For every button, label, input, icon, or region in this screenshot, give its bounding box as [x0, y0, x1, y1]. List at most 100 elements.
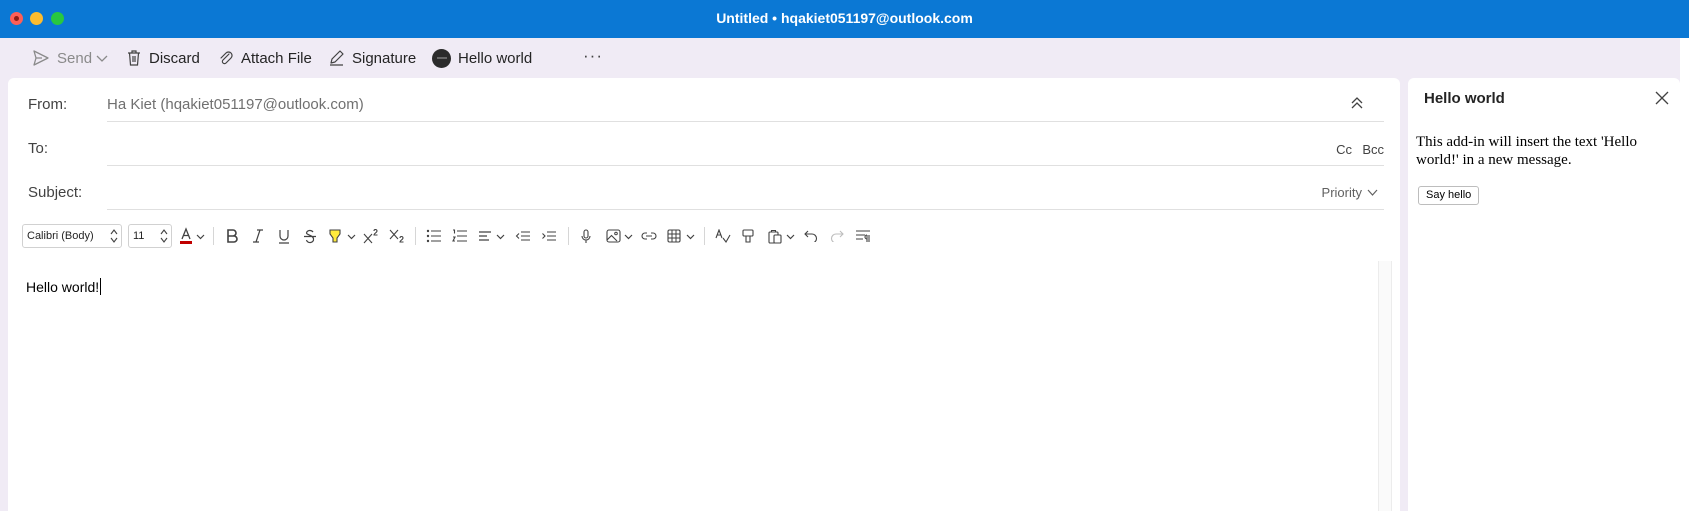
text-caret — [100, 278, 102, 295]
window-edge — [1680, 38, 1689, 511]
trash-icon — [128, 50, 140, 66]
more-options-button[interactable]: ··· — [583, 46, 603, 66]
paste-button[interactable] — [766, 227, 784, 245]
undo-button[interactable] — [802, 227, 820, 245]
highlight-dropdown[interactable] — [345, 227, 357, 245]
underline-icon — [279, 229, 289, 244]
table-icon — [667, 229, 681, 243]
font-color-button[interactable] — [178, 227, 194, 245]
chevron-down-icon — [196, 234, 204, 239]
microphone-icon — [581, 228, 591, 243]
bold-button[interactable] — [223, 227, 241, 245]
subscript-button[interactable] — [388, 227, 406, 245]
align-dropdown[interactable] — [494, 227, 506, 245]
clipboard-icon — [768, 229, 782, 244]
attach-file-button[interactable]: Attach File — [218, 47, 312, 69]
insert-picture-button[interactable] — [604, 227, 622, 245]
to-row[interactable]: To: Cc Bcc — [28, 122, 1384, 166]
font-family-value: Calibri (Body) — [27, 230, 94, 242]
from-label: From: — [28, 96, 68, 113]
send-label: Send — [57, 49, 93, 67]
discard-button[interactable]: Discard — [126, 47, 200, 69]
undo-icon — [804, 230, 818, 242]
insert-table-dropdown[interactable] — [684, 227, 696, 245]
superscript-button[interactable] — [362, 227, 380, 245]
outdent-icon — [515, 231, 530, 241]
compose-toolbar: Send Discard Attach File Signature Hello… — [0, 38, 1680, 78]
redo-icon — [830, 230, 844, 242]
strikethrough-button[interactable] — [301, 227, 319, 245]
paste-dropdown[interactable] — [784, 227, 796, 245]
send-icon — [33, 50, 49, 66]
attach-file-label: Attach File — [241, 49, 312, 67]
addin-logo-icon — [432, 48, 451, 68]
font-size-select[interactable]: 11 — [128, 224, 172, 248]
paintbrush-icon — [742, 228, 754, 243]
signature-button[interactable]: Signature — [328, 47, 416, 69]
chevron-down-icon — [624, 234, 632, 239]
send-button[interactable]: Send — [32, 47, 92, 69]
window-title: Untitled • hqakiet051197@outlook.com — [716, 10, 973, 26]
indent-icon — [542, 231, 556, 241]
numbering-button[interactable] — [451, 227, 469, 245]
dictate-button[interactable] — [578, 227, 594, 245]
pen-icon — [330, 50, 344, 66]
align-button[interactable] — [477, 227, 493, 245]
subscript-icon — [389, 229, 404, 243]
editor-button[interactable] — [714, 227, 732, 245]
image-icon — [605, 229, 621, 243]
message-body[interactable]: Hello world! — [8, 261, 1383, 511]
more-formatting-button[interactable] — [854, 227, 872, 245]
cc-button[interactable]: Cc — [1336, 142, 1352, 157]
insert-link-button[interactable] — [640, 227, 658, 245]
paragraph-options-icon — [856, 230, 870, 242]
redo-button[interactable] — [828, 227, 846, 245]
chevron-down-icon — [786, 234, 794, 239]
from-field[interactable]: Ha Kiet (hqakiet051197@outlook.com) — [107, 96, 364, 113]
decrease-indent-button[interactable] — [514, 227, 532, 245]
font-family-select[interactable]: Calibri (Body) — [22, 224, 122, 248]
link-icon — [641, 232, 657, 240]
insert-picture-dropdown[interactable] — [622, 227, 634, 245]
increase-indent-button[interactable] — [540, 227, 558, 245]
font-color-dropdown[interactable] — [194, 227, 206, 245]
italic-icon — [253, 229, 263, 243]
priority-label: Priority — [1321, 185, 1362, 200]
font-color-icon — [180, 227, 192, 244]
send-options-dropdown[interactable] — [95, 47, 116, 69]
spinner-icon — [160, 229, 168, 243]
bold-icon — [227, 229, 238, 243]
insert-table-button[interactable] — [666, 227, 682, 245]
addin-description: This add-in will insert the text 'Hello … — [1416, 134, 1637, 168]
chevron-down-icon — [496, 234, 504, 239]
spell-check-icon — [715, 229, 731, 243]
hello-world-addin-button[interactable]: Hello world — [432, 47, 532, 69]
from-row: From: Ha Kiet (hqakiet051197@outlook.com… — [28, 78, 1384, 122]
body-scrollbar[interactable] — [1378, 261, 1392, 511]
italic-button[interactable] — [249, 227, 267, 245]
message-body-text[interactable]: Hello world! — [26, 278, 102, 295]
bullets-button[interactable] — [425, 227, 443, 245]
chevron-down-icon — [686, 234, 694, 239]
superscript-icon — [363, 228, 378, 243]
underline-button[interactable] — [275, 227, 293, 245]
body-text-content: Hello world! — [26, 279, 100, 295]
close-icon[interactable] — [1654, 90, 1670, 106]
priority-dropdown[interactable]: Priority — [1322, 185, 1378, 200]
say-hello-button[interactable]: Say hello — [1418, 186, 1480, 205]
highlighter-icon — [329, 229, 341, 243]
addin-task-pane: Hello world This add-in will insert the … — [1408, 78, 1680, 511]
formatting-toolbar: Calibri (Body) 11 — [22, 222, 1382, 250]
subject-row[interactable]: Subject: Priority — [28, 166, 1384, 210]
bcc-button[interactable]: Bcc — [1362, 142, 1384, 157]
align-left-icon — [479, 231, 491, 241]
paperclip-icon — [220, 51, 233, 65]
collapse-header-icon[interactable] — [1348, 94, 1366, 112]
discard-label: Discard — [149, 49, 200, 67]
addin-pane-title: Hello world — [1424, 90, 1505, 107]
chevron-down-icon — [1367, 189, 1378, 196]
chevron-down-icon — [347, 234, 355, 239]
numbered-list-icon — [452, 229, 467, 242]
highlight-button[interactable] — [327, 227, 343, 245]
format-painter-button[interactable] — [740, 227, 756, 245]
